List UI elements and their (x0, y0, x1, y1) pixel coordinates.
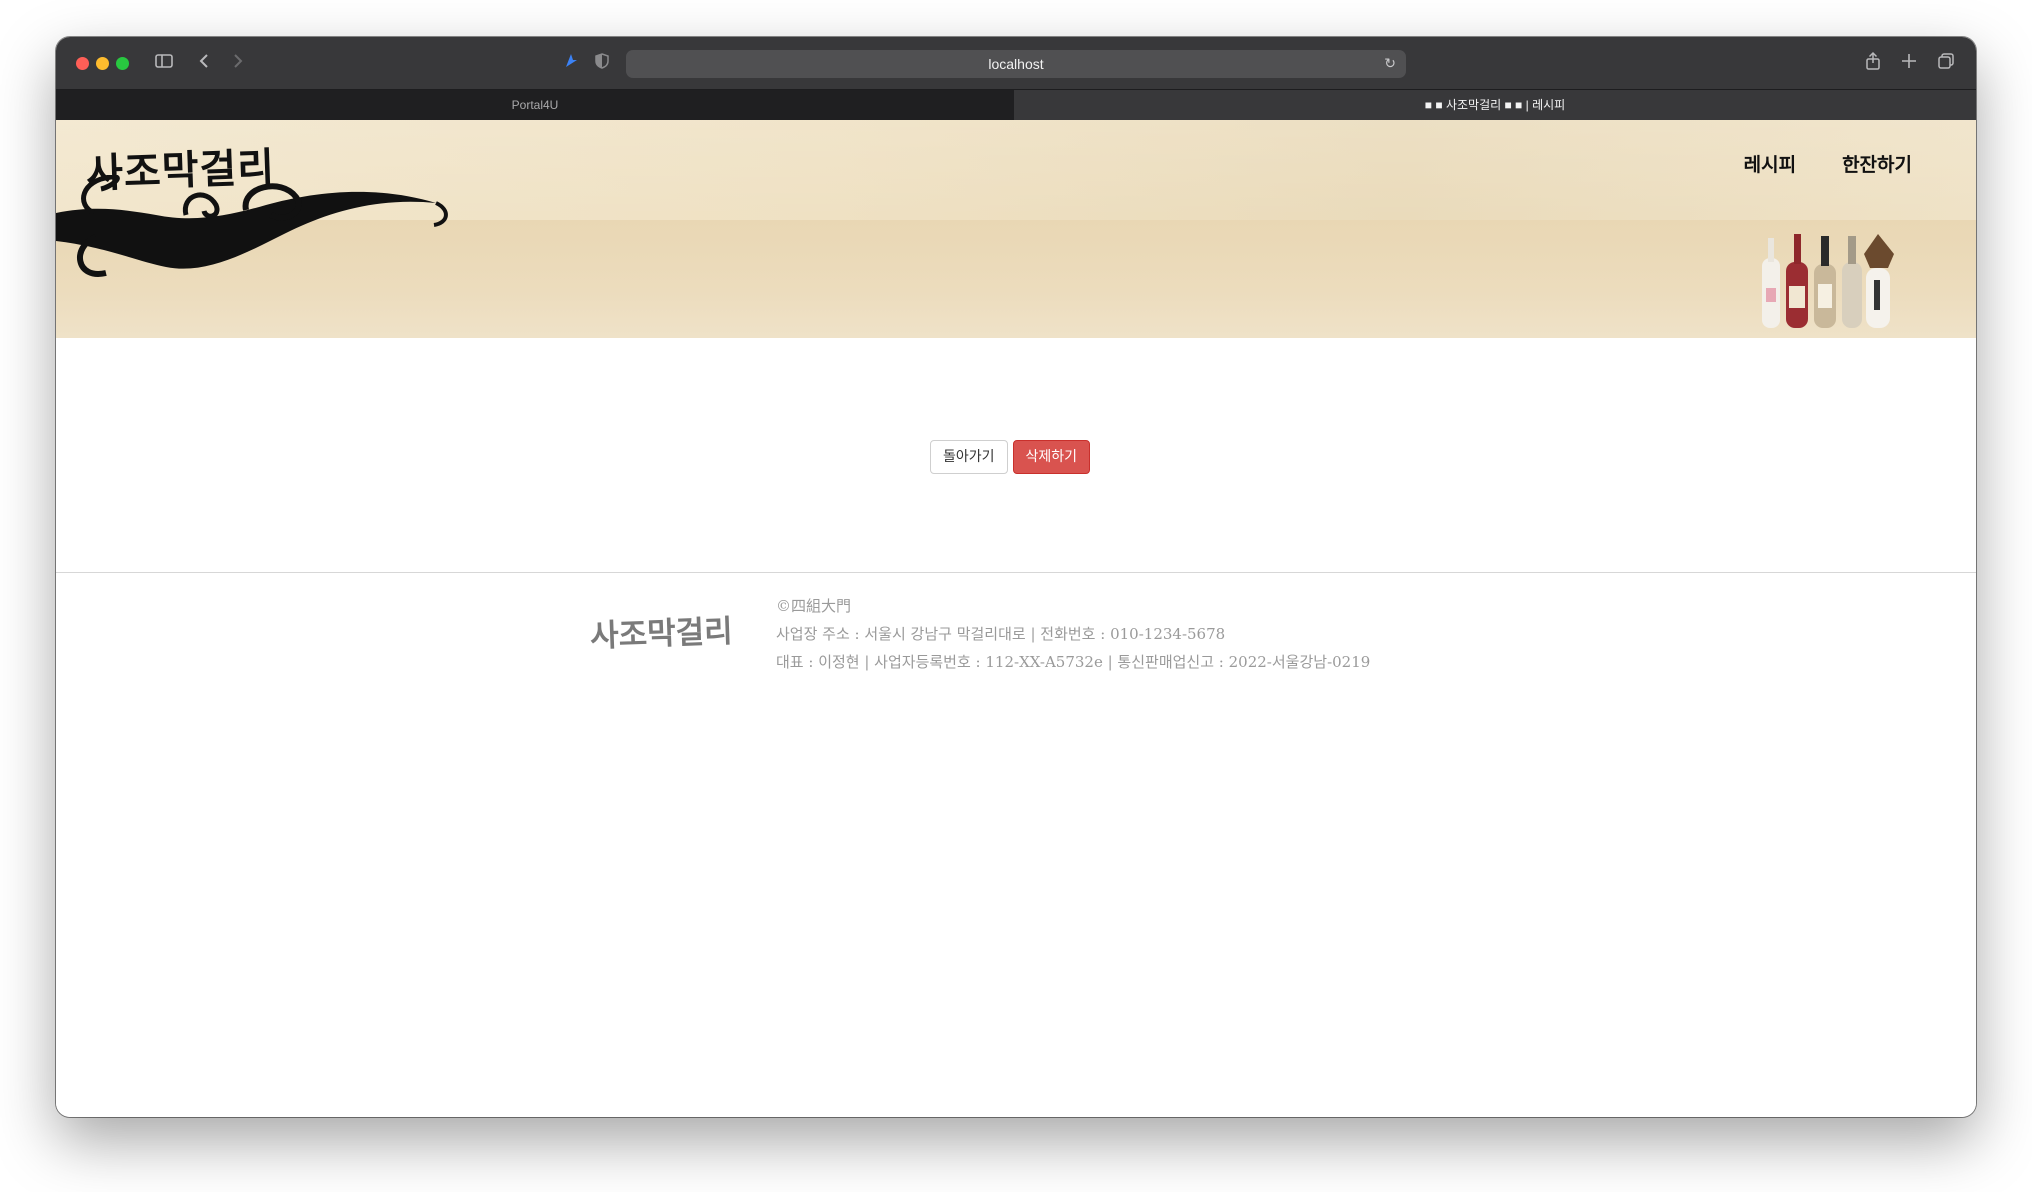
footer-divider (56, 572, 1976, 573)
privacy-shield-icon[interactable] (594, 51, 610, 76)
footer-address: 사업장 주소 : 서울시 강남구 막걸리대로 | 전화번호 : 010-1234… (776, 625, 1226, 643)
back-icon[interactable] (196, 51, 212, 76)
tab-recipe[interactable]: ■ ■ 사조막걸리 ■ ■ | 레시피 (1014, 90, 1976, 120)
tab-portal4u[interactable]: Portal4U (56, 90, 1014, 120)
tab-bar: Portal4U ■ ■ 사조막걸리 ■ ■ | 레시피 (56, 89, 1976, 120)
main-nav: 레시피 한잔하기 (1744, 150, 1912, 177)
branch-illustration (56, 175, 448, 277)
extension-icon[interactable] (562, 51, 580, 76)
delete-button[interactable]: 삭제하기 (1012, 440, 1091, 474)
close-window-button[interactable] (76, 57, 89, 70)
browser-toolbar: localhost ↻ (56, 37, 1976, 89)
back-button[interactable]: 돌아가기 (930, 440, 1008, 474)
address-bar[interactable]: localhost ↻ (626, 50, 1406, 78)
forward-icon[interactable] (230, 51, 246, 76)
tab-overview-icon[interactable] (1936, 51, 1956, 76)
share-icon[interactable] (1864, 51, 1882, 76)
nav-item-drink[interactable]: 한잔하기 (1842, 150, 1912, 177)
address-text: localhost (988, 56, 1044, 72)
minimize-window-button[interactable] (96, 57, 109, 70)
zoom-window-button[interactable] (116, 57, 129, 70)
browser-window: localhost ↻ Portal4U ■ ■ 사조막걸리 ■ ■ | 레시피… (56, 37, 1976, 1117)
new-tab-icon[interactable] (1900, 51, 1918, 76)
footer-copyright: ©四組大門 (776, 597, 852, 615)
footer-registration: 대표 : 이정현 | 사업자등록번호 : 112-XX-A5732e | 통신판… (776, 653, 1371, 671)
footer-logo: 사조막걸리 (589, 613, 734, 655)
reload-icon[interactable]: ↻ (1384, 50, 1396, 78)
bottles-image (1762, 234, 1894, 328)
footer-info: ©四組大門 사업장 주소 : 서울시 강남구 막걸리대로 | 전화번호 : 01… (776, 592, 1370, 676)
nav-item-recipe[interactable]: 레시피 (1744, 150, 1796, 177)
site-header: 사조막걸리 레시피 한잔하기 (56, 120, 1976, 338)
sidebar-toggle-icon[interactable] (154, 51, 174, 76)
page-content: 사조막걸리 레시피 한잔하기 돌아가기 삭제하기 사조막걸리 ©四組大門 사업장… (56, 120, 1976, 1117)
action-buttons: 돌아가기 삭제하기 (930, 440, 1091, 474)
